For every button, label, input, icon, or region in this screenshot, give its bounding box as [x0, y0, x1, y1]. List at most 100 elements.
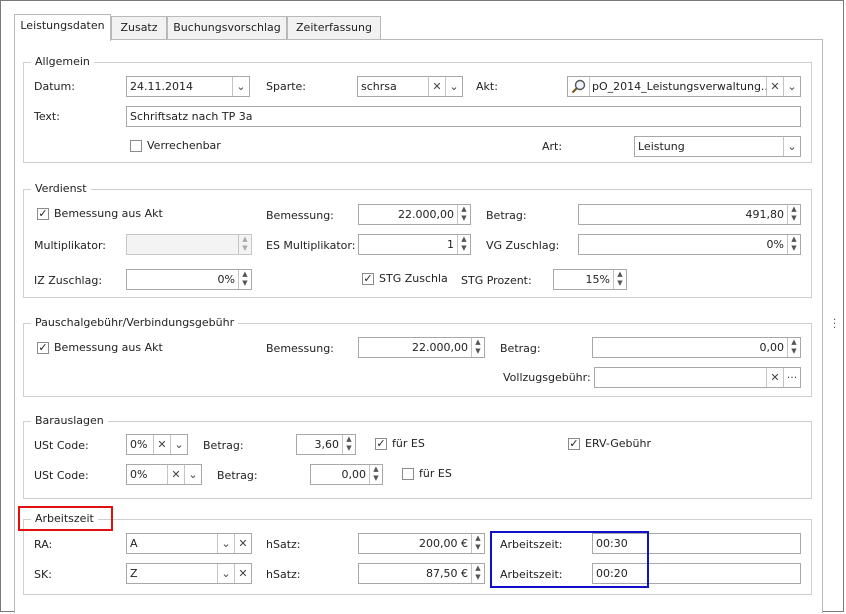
akt-label: Akt:	[476, 80, 498, 93]
verdienst-bemessung-aus-akt-label: Bemessung aus Akt	[54, 207, 163, 220]
text-label: Text:	[34, 110, 60, 123]
highlight-box-arbeitszeit-title	[18, 506, 113, 531]
chevron-down-icon[interactable]: ⌄	[184, 465, 201, 484]
close-icon[interactable]: ✕	[234, 534, 251, 553]
pauschal-betrag-field[interactable]: 0,00 ▲ ▼	[592, 337, 801, 358]
sparte-field[interactable]: schrsa ✕ ⌄	[357, 76, 463, 97]
pauschal-betrag-value: 0,00	[759, 341, 785, 354]
akt-value: pO_2014_Leistungsverwaltung...	[592, 80, 772, 93]
spinner-icon[interactable]: ▲ ▼	[238, 270, 251, 289]
art-value: Leistung	[638, 140, 685, 153]
ust-code-value: 0%	[130, 438, 148, 451]
tab-buchungsvorschlag[interactable]: Buchungsvorschlag	[167, 16, 287, 39]
fuer-es-label: für ES	[419, 467, 452, 480]
ra-select[interactable]: A ⌄ ✕	[126, 533, 252, 554]
fuer-es-checkbox[interactable]: ✓	[375, 438, 387, 450]
ellipsis-icon[interactable]: ···	[783, 368, 800, 387]
iz-zuschlag-label: IZ Zuschlag:	[34, 274, 103, 287]
close-icon[interactable]: ✕	[428, 77, 445, 96]
resize-grip-icon[interactable]: · · ·	[833, 316, 837, 334]
erv-gebuehr-checkbox[interactable]: ✓	[568, 438, 580, 450]
verdienst-betrag-field[interactable]: 491,80 ▲ ▼	[578, 204, 801, 225]
barauslagen-betrag-field[interactable]: 0,00 ▲ ▼	[310, 464, 383, 485]
ra-hsatz-field[interactable]: 200,00 € ▲ ▼	[358, 533, 485, 554]
barauslagen-betrag-field[interactable]: 3,60 ▲ ▼	[296, 434, 356, 455]
vollzugsgebuehr-field[interactable]: ✕ ···	[594, 367, 801, 388]
verdienst-bemessung-value: 22.000,00	[398, 208, 454, 221]
fuer-es-checkbox[interactable]	[402, 468, 414, 480]
verrechenbar-checkbox[interactable]	[130, 140, 142, 152]
tab-leistungsdaten[interactable]: Leistungsdaten	[14, 14, 111, 41]
group-title-verdienst: Verdienst	[31, 182, 91, 196]
es-multiplikator-field[interactable]: 1 ▲ ▼	[358, 234, 471, 255]
stg-prozent-field[interactable]: 15% ▲ ▼	[553, 269, 627, 290]
pauschal-bemessung-value: 22.000,00	[412, 341, 468, 354]
multiplikator-field[interactable]: ▲ ▼	[126, 234, 252, 255]
ust-code-select[interactable]: 0% ✕ ⌄	[126, 464, 202, 485]
chevron-down-icon[interactable]: ⌄	[783, 137, 800, 156]
spinner-icon[interactable]: ▲ ▼	[471, 534, 484, 553]
ust-code-label: USt Code:	[34, 439, 89, 452]
sk-hsatz-field[interactable]: 87,50 € ▲ ▼	[358, 563, 485, 584]
search-icon[interactable]	[568, 77, 590, 96]
spinner-icon[interactable]: ▲ ▼	[457, 235, 470, 254]
akt-field[interactable]: pO_2014_Leistungsverwaltung... ✕ ⌄	[567, 76, 801, 97]
spinner-icon[interactable]: ▲ ▼	[613, 270, 626, 289]
chevron-down-icon[interactable]: ⌄	[217, 534, 234, 553]
stg-prozent-label: STG Prozent:	[461, 274, 532, 287]
close-icon[interactable]: ✕	[766, 368, 783, 387]
sk-hsatz-label: hSatz:	[266, 568, 301, 581]
verdienst-bemessung-label: Bemessung:	[266, 209, 334, 222]
datum-value: 24.11.2014	[130, 80, 193, 93]
stg-zuschlag-checkbox[interactable]: ✓	[362, 273, 374, 285]
chevron-down-icon[interactable]: ⌄	[232, 77, 249, 96]
vg-zuschlag-field[interactable]: 0% ▲ ▼	[578, 234, 801, 255]
close-icon[interactable]: ✕	[167, 465, 184, 484]
window-frame: Leistungsdaten Zusatz Buchungsvorschlag …	[0, 0, 844, 613]
tab-zusatz[interactable]: Zusatz	[111, 16, 167, 39]
text-field[interactable]: Schriftsatz nach TP 3a	[126, 106, 801, 127]
spinner-icon[interactable]: ▲ ▼	[471, 338, 484, 357]
close-icon[interactable]: ✕	[234, 564, 251, 583]
vg-zuschlag-value: 0%	[766, 238, 784, 251]
tab-zeiterfassung[interactable]: Zeiterfassung	[287, 16, 381, 39]
verdienst-bemessung-aus-akt-checkbox[interactable]: ✓	[37, 208, 49, 220]
close-icon[interactable]: ✕	[153, 435, 170, 454]
spinner-icon[interactable]: ▲ ▼	[457, 205, 470, 224]
spinner-icon[interactable]: ▲ ▼	[787, 205, 800, 224]
group-title-allgemein: Allgemein	[31, 55, 94, 69]
multiplikator-label: Multiplikator:	[34, 239, 106, 252]
chevron-down-icon[interactable]: ⌄	[217, 564, 234, 583]
spinner-icon[interactable]: ▲ ▼	[471, 564, 484, 583]
pauschal-bemessung-field[interactable]: 22.000,00 ▲ ▼	[358, 337, 485, 358]
iz-zuschlag-field[interactable]: 0% ▲ ▼	[126, 269, 252, 290]
datum-field[interactable]: 24.11.2014 ⌄	[126, 76, 250, 97]
spinner-icon[interactable]: ▲ ▼	[238, 235, 251, 254]
ust-code-select[interactable]: 0% ✕ ⌄	[126, 434, 188, 455]
vollzugsgebuehr-label: Vollzugsgebühr:	[503, 371, 591, 384]
ust-code-value: 0%	[130, 468, 148, 481]
stg-prozent-value: 15%	[585, 273, 610, 286]
close-icon[interactable]: ✕	[766, 77, 783, 96]
art-select[interactable]: Leistung ⌄	[634, 136, 801, 157]
spinner-icon[interactable]: ▲ ▼	[369, 465, 382, 484]
ust-code-label: USt Code:	[34, 469, 89, 482]
group-title-pauschalgebuehr: Pauschalgebühr/Verbindungsgebühr	[31, 316, 239, 330]
sk-select[interactable]: Z ⌄ ✕	[126, 563, 252, 584]
barauslagen-betrag-label: Betrag:	[203, 439, 244, 452]
pauschal-bemessung-aus-akt-label: Bemessung aus Akt	[54, 341, 163, 354]
spinner-icon[interactable]: ▲ ▼	[787, 338, 800, 357]
pauschal-bemessung-aus-akt-checkbox[interactable]: ✓	[37, 342, 49, 354]
chevron-down-icon[interactable]: ⌄	[445, 77, 462, 96]
verdienst-bemessung-field[interactable]: 22.000,00 ▲ ▼	[358, 204, 471, 225]
group-title-barauslagen: Barauslagen	[31, 414, 108, 428]
spinner-icon[interactable]: ▲ ▼	[787, 235, 800, 254]
vg-zuschlag-label: VG Zuschlag:	[486, 239, 560, 252]
ra-hsatz-label: hSatz:	[266, 538, 301, 551]
chevron-down-icon[interactable]: ⌄	[783, 77, 800, 96]
chevron-down-icon[interactable]: ⌄	[170, 435, 187, 454]
sparte-label: Sparte:	[266, 80, 307, 93]
verrechenbar-label: Verrechenbar	[147, 139, 221, 152]
spinner-icon[interactable]: ▲ ▼	[342, 435, 355, 454]
checkmark-icon: ✓	[38, 341, 48, 354]
